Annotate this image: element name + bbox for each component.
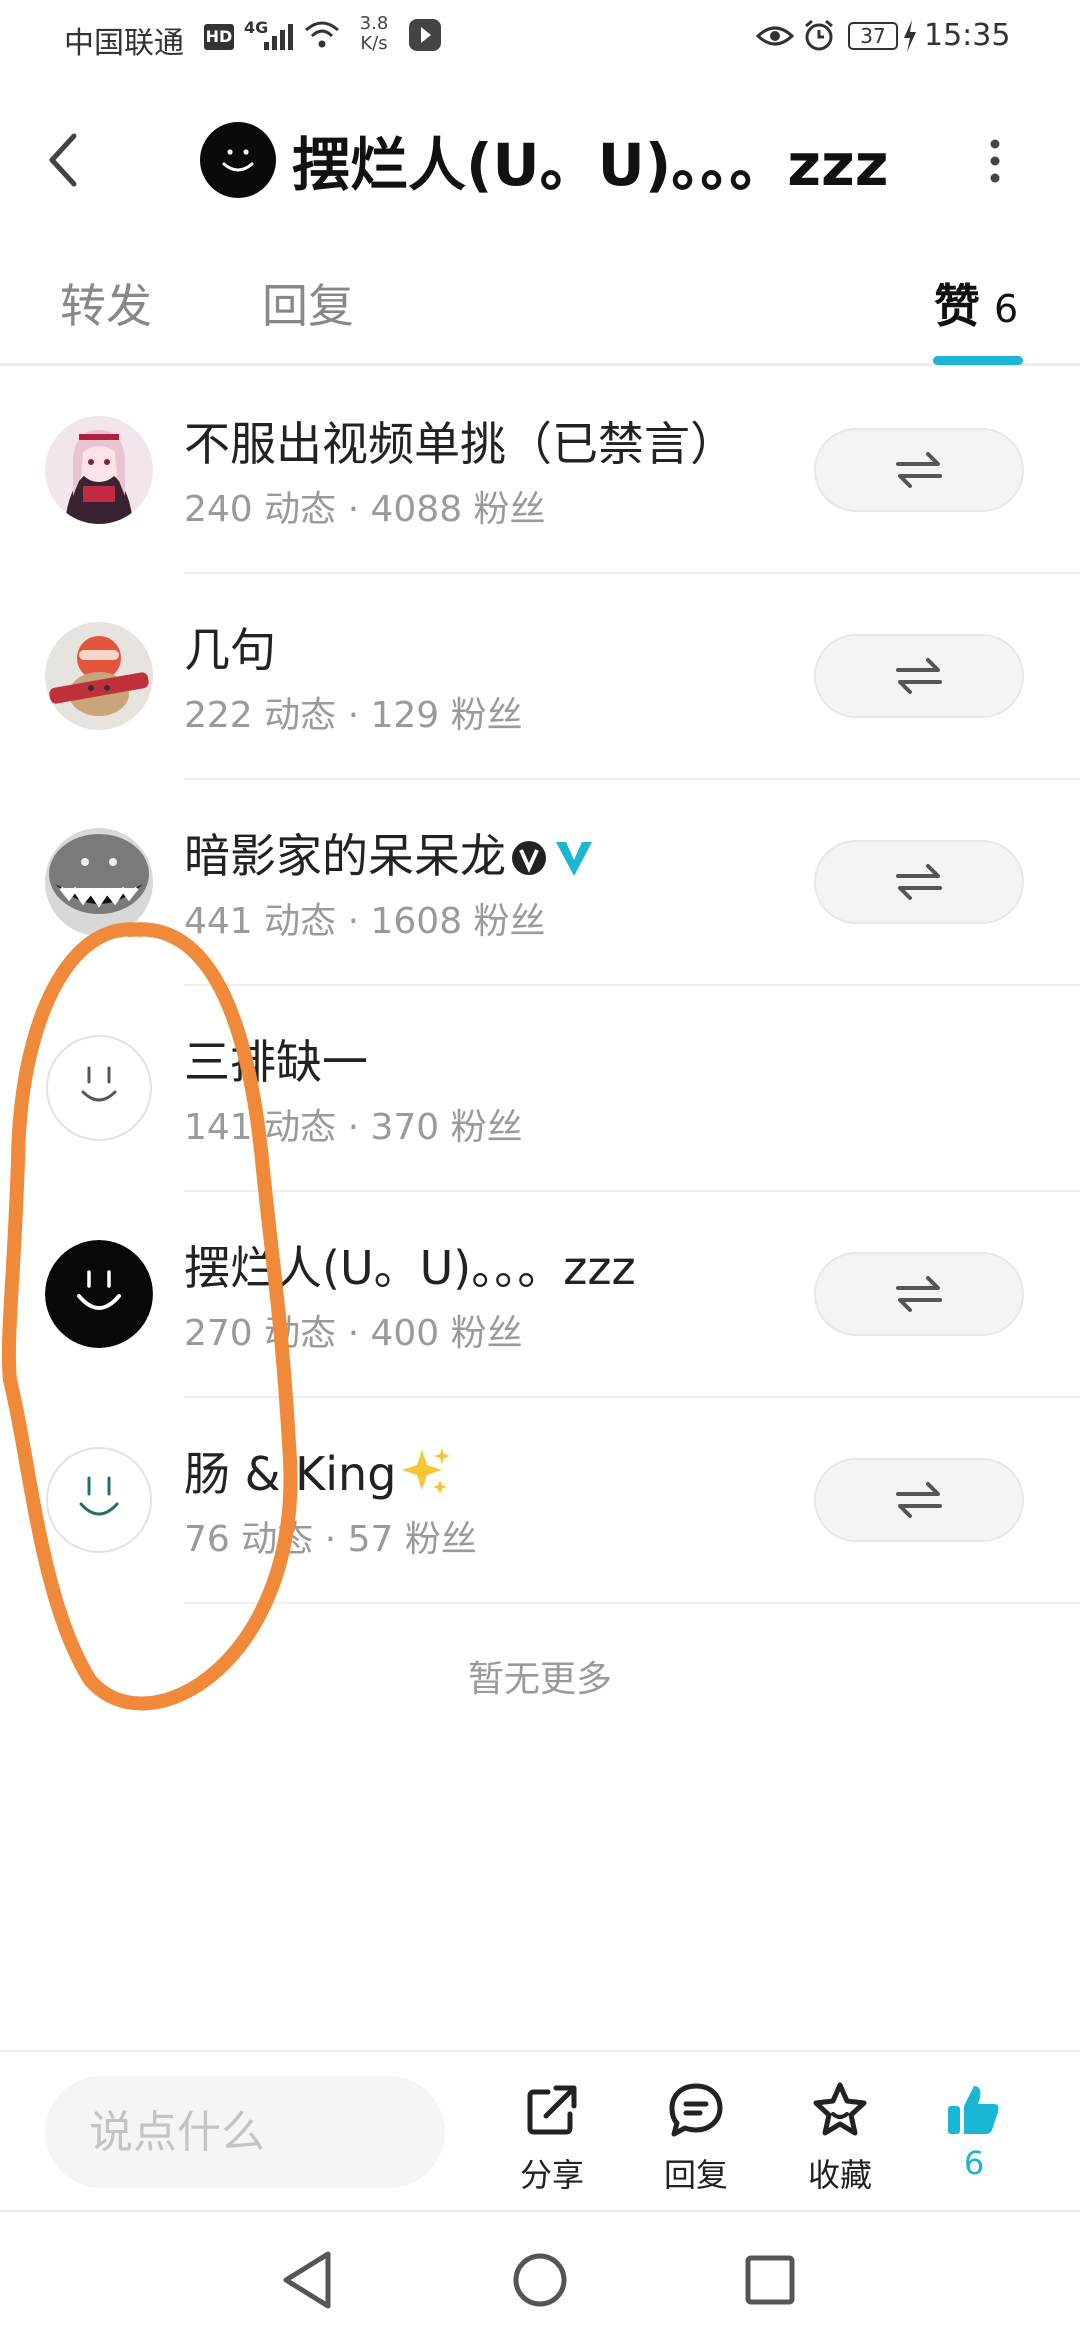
user-name[interactable]: 摆烂人(U。U)。。。zzz	[184, 1232, 636, 1298]
tab-like[interactable]: 赞6	[934, 270, 1018, 336]
user-name[interactable]: 三排缺一	[184, 1026, 368, 1092]
net-speed-unit: K/s	[360, 33, 388, 54]
user-name-text: 暗影家的呆呆龙	[184, 829, 506, 883]
like-button[interactable]: 6	[914, 2080, 1034, 2190]
tab-reply[interactable]: 回复	[262, 270, 354, 336]
avatar	[46, 1035, 152, 1141]
share-label: 分享	[519, 2156, 584, 2194]
nav-divider	[0, 2210, 1080, 2212]
share-button[interactable]: 分享	[492, 2080, 612, 2194]
share-icon	[527, 2085, 577, 2135]
repost-button[interactable]	[814, 428, 1024, 512]
user-stats: 270 动态 · 400 粉丝	[184, 1313, 523, 1354]
list-item[interactable]: 三排缺一 141 动态 · 370 粉丝	[0, 986, 1080, 1192]
app-notification-icon	[409, 19, 441, 51]
star-icon	[813, 2082, 867, 2136]
list-item[interactable]: 肠 & King 76 动态 · 57 粉丝	[0, 1398, 1080, 1604]
net-speed-value: 3.8	[359, 13, 389, 34]
more-options-icon[interactable]	[986, 138, 1004, 184]
signal-icon	[264, 24, 293, 50]
user-stats: 76 动态 · 57 粉丝	[184, 1519, 477, 1560]
tab-divider	[0, 363, 1080, 366]
hd-badge: HD	[204, 24, 234, 50]
verified-badge-icon	[512, 841, 546, 875]
repost-button[interactable]	[814, 634, 1024, 718]
reply-label: 回复	[663, 2156, 728, 2194]
back-icon[interactable]	[44, 130, 84, 190]
page-title: 摆烂人(U。U)。。。zzz	[292, 131, 889, 199]
tab-like-label: 赞	[934, 279, 980, 333]
repost-button[interactable]	[814, 1252, 1024, 1336]
wifi-icon	[305, 21, 339, 48]
list-item[interactable]: 几句 222 动态 · 129 粉丝	[0, 574, 1080, 780]
avatar	[46, 1447, 152, 1553]
alarm-icon	[805, 19, 833, 51]
like-count: 6	[963, 2144, 985, 2182]
header: 摆烂人(U。U)。。。zzz	[0, 100, 1080, 220]
avatar	[45, 828, 153, 936]
avatar	[45, 416, 153, 524]
no-more-label: 暂无更多	[467, 1659, 612, 1700]
list-item[interactable]: 摆烂人(U。U)。。。zzz 270 动态 · 400 粉丝	[0, 1192, 1080, 1398]
charging-icon	[904, 20, 916, 52]
comment-icon	[669, 2083, 723, 2137]
eye-comfort-icon	[756, 26, 794, 46]
list-item[interactable]: 不服出视频单挑（已禁言） 240 动态 · 4088 粉丝	[0, 368, 1080, 574]
nav-home-icon[interactable]	[500, 2240, 580, 2320]
clock: 15:35	[924, 18, 1011, 53]
sparkles-icon	[402, 1448, 451, 1494]
user-stats: 141 动态 · 370 粉丝	[184, 1107, 523, 1148]
tab-like-count: 6	[994, 287, 1019, 331]
status-bar: 中国联通 HD 4G 3.8 K/s 37 15:35	[0, 0, 1080, 78]
list-item[interactable]: 暗影家的呆呆龙 441 动态 · 1608 粉丝	[0, 780, 1080, 986]
reply-button[interactable]: 回复	[636, 2080, 756, 2194]
tab-indicator	[933, 356, 1023, 365]
vip-v-icon	[556, 842, 592, 876]
user-stats: 222 动态 · 129 粉丝	[184, 695, 523, 736]
nav-recents-icon[interactable]	[730, 2240, 810, 2320]
avatar	[45, 1240, 153, 1348]
user-name[interactable]: 不服出视频单挑（已禁言）	[184, 408, 736, 474]
repost-button[interactable]	[814, 840, 1024, 924]
favorite-label: 收藏	[807, 2156, 872, 2194]
comment-input[interactable]	[45, 2076, 445, 2188]
user-name[interactable]: 几句	[184, 614, 276, 680]
carrier-label: 中国联通	[64, 26, 184, 61]
battery-indicator: 37	[848, 22, 898, 50]
row-divider	[184, 1602, 1080, 1604]
nav-back-icon[interactable]	[270, 2240, 350, 2320]
header-avatar[interactable]	[200, 122, 276, 198]
user-name[interactable]: 暗影家的呆呆龙	[184, 820, 594, 886]
exchange-icon	[896, 1276, 942, 1312]
exchange-icon	[896, 864, 942, 900]
avatar	[45, 622, 153, 730]
exchange-icon	[896, 1482, 942, 1518]
user-name-text: 肠 & King	[184, 1447, 397, 1501]
repost-button[interactable]	[814, 1458, 1024, 1542]
user-stats: 441 动态 · 1608 粉丝	[184, 901, 546, 942]
user-name[interactable]: 肠 & King	[184, 1438, 452, 1504]
thumbs-up-icon	[948, 2086, 999, 2134]
user-stats: 240 动态 · 4088 粉丝	[184, 489, 546, 530]
exchange-icon	[896, 658, 942, 694]
exchange-icon	[896, 452, 942, 488]
bottom-bar-divider	[0, 2050, 1080, 2052]
tab-repost[interactable]: 转发	[60, 270, 152, 336]
favorite-button[interactable]: 收藏	[780, 2080, 900, 2194]
